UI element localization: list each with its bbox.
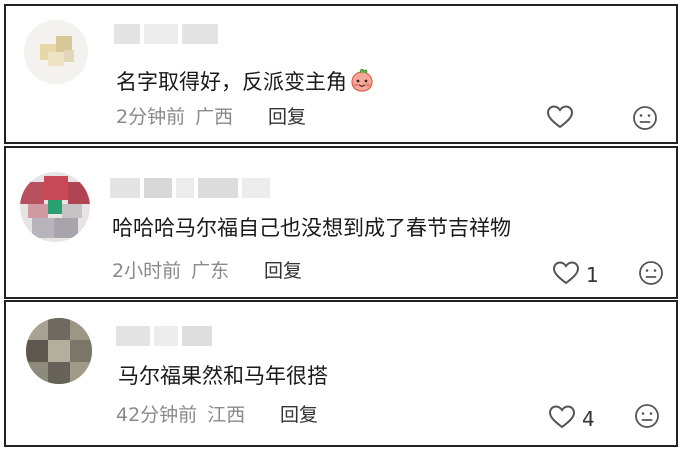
comment-location: 江西 (207, 404, 246, 426)
comment-card: 名字取得好，反派变主角 2分钟前 广西 回复 (4, 4, 678, 144)
username-blurred[interactable] (116, 326, 212, 346)
reply-button[interactable]: 回复 (264, 262, 302, 281)
avatar[interactable] (24, 20, 88, 84)
reply-button[interactable]: 回复 (268, 108, 306, 127)
unhappy-face-icon (632, 106, 658, 135)
like-count: 4 (582, 407, 595, 431)
blushing-peach-emoji (349, 67, 375, 97)
comment-card: 马尔福果然和马年很搭 42分钟前 江西 回复 4 (4, 300, 678, 447)
unhappy-face-icon (638, 261, 664, 290)
avatar[interactable] (20, 172, 90, 242)
heart-outline-icon (552, 260, 580, 290)
like-count: 1 (586, 263, 599, 287)
username-blurred[interactable] (110, 178, 270, 198)
comment-text: 名字取得好，反派变主角 (116, 67, 375, 97)
dislike-button[interactable] (638, 260, 664, 290)
dislike-button[interactable] (634, 403, 660, 433)
reply-button[interactable]: 回复 (280, 406, 318, 425)
heart-outline-icon (548, 404, 576, 434)
comment-meta: 42分钟前 江西 (116, 406, 245, 425)
username-blurred[interactable] (114, 24, 218, 44)
like-button[interactable] (546, 104, 574, 134)
comment-time: 2小时前 (112, 260, 182, 282)
unhappy-face-icon (634, 404, 660, 433)
comment-location: 广西 (195, 106, 234, 128)
comment-meta: 2小时前 广东 (112, 262, 229, 281)
comment-location: 广东 (191, 260, 230, 282)
comment-time: 42分钟前 (116, 404, 198, 426)
comment-time: 2分钟前 (116, 106, 186, 128)
dislike-button[interactable] (632, 105, 658, 135)
comment-text: 马尔福果然和马年很搭 (118, 364, 328, 388)
comment-text: 哈哈哈马尔福自己也没想到成了春节吉祥物 (112, 216, 511, 240)
comment-card: 哈哈哈马尔福自己也没想到成了春节吉祥物 2小时前 广东 回复 1 (4, 146, 678, 299)
comment-meta: 2分钟前 广西 (116, 108, 233, 127)
like-button[interactable]: 4 (548, 404, 595, 434)
heart-outline-icon (546, 104, 574, 134)
avatar[interactable] (26, 318, 92, 384)
like-button[interactable]: 1 (552, 260, 599, 290)
